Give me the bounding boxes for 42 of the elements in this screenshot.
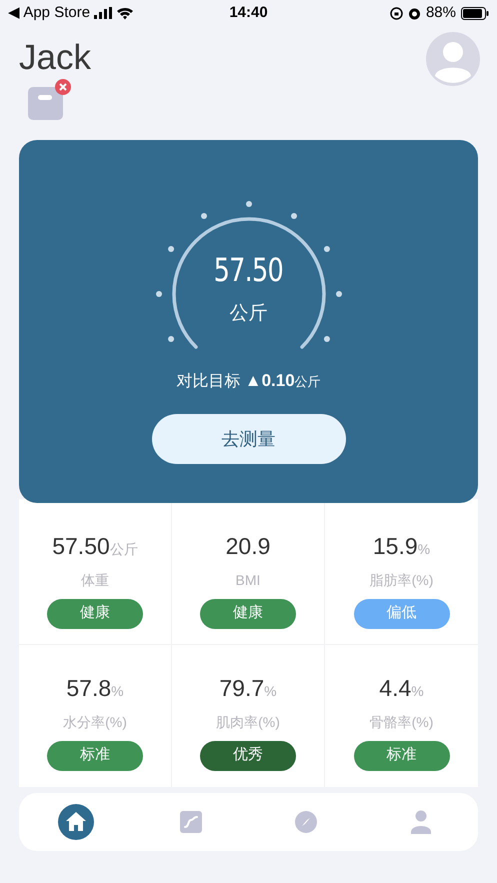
rotation-lock-icon [390,6,403,20]
metric-label: 脂肪率(%) [370,570,434,590]
metric-unit: % [418,540,430,559]
wifi-icon [116,6,134,20]
status-badge: 标准 [354,740,450,770]
person-icon[interactable] [410,810,432,834]
status-badge: 健康 [200,598,296,628]
back-to-app-store-link[interactable]: ◀ App Store [8,2,90,24]
signal-icon [94,7,112,19]
metric-unit: 公斤 [110,540,138,559]
metric-unit: % [111,682,124,701]
metric-unit: % [411,682,424,701]
avatar-icon[interactable] [426,32,480,86]
status-badge: 健康 [47,598,143,628]
status-badge: 标准 [47,740,143,770]
metric-label: 水分率(%) [63,712,127,732]
metric-value: 4.4 [379,674,412,703]
metric-value: 57.50 [52,532,110,561]
metric-value: 57.8 [66,674,112,703]
metric-label: BMI [236,570,260,590]
metric-label: 骨骼率(%) [370,712,434,732]
battery-percentage: 88% [426,2,456,23]
metric-label: 体重 [81,570,109,590]
alarm-icon [408,6,421,20]
metric-value: 79.7 [219,674,264,703]
measure-button[interactable]: 去测量 [152,414,346,464]
weight-value: 57.50 [214,250,284,290]
compass-icon[interactable] [294,810,318,834]
metric-value: 20.9 [226,532,270,561]
status-badge: 优秀 [200,740,296,770]
clock-time: 14:40 [229,2,268,23]
weight-unit: 公斤 [230,302,268,326]
metric-value: 15.9 [372,532,418,561]
status-badge: 偏低 [354,598,450,628]
user-name: Jack [19,37,91,79]
metric-label: 肌肉率(%) [216,712,280,732]
chart-icon[interactable] [179,810,204,834]
target-comparison: 对比目标 ▲0.10公斤 [176,370,321,392]
battery-icon [461,6,489,20]
scale-device-icon[interactable] [27,78,73,120]
metric-unit: % [264,682,277,701]
home-icon[interactable] [57,803,96,841]
